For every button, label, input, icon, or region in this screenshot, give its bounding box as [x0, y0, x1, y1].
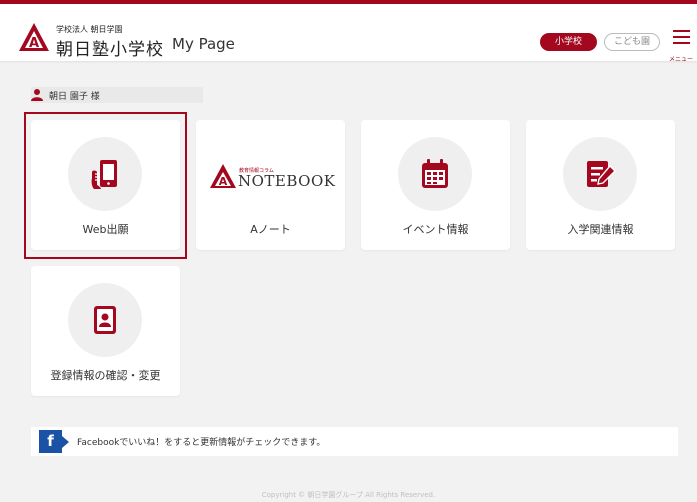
school-name[interactable]: 朝日塾小学校: [56, 35, 164, 60]
user-greeting: 朝日 園子 様: [31, 87, 203, 103]
card-label: 登録情報の確認・変更: [50, 369, 161, 382]
school-toggle-button[interactable]: 小学校: [540, 33, 597, 51]
notebook-a-logo-icon: A: [210, 164, 236, 188]
svg-text:A: A: [29, 36, 39, 51]
page-title: My Page: [172, 35, 235, 53]
facebook-banner[interactable]: f Facebookでいいね！をすると更新情報がチェックできます。: [31, 427, 678, 456]
menu-button[interactable]: メニュー: [666, 28, 696, 63]
header-bar: A 学校法人 朝日学園 朝日塾小学校 My Page 小学校 こども園 メニュー: [0, 0, 697, 63]
notebook-logo: A 教育情報コラム NOTEBOOK: [210, 164, 336, 190]
user-name: 朝日 園子 様: [49, 92, 100, 102]
card-label: Aノート: [250, 223, 291, 236]
hamburger-icon: [673, 30, 690, 32]
org-subtitle: 学校法人 朝日学園: [56, 25, 123, 34]
copyright: Copyright © 朝日学園グループ All Rights Reserved…: [261, 491, 436, 499]
user-icon: [31, 89, 43, 101]
kindergarten-toggle-button[interactable]: こども園: [604, 33, 660, 51]
facebook-icon[interactable]: f: [39, 430, 62, 453]
menu-label: メニュー: [668, 56, 693, 63]
smartphone-hand-icon: [91, 160, 117, 189]
card-admission-info[interactable]: 入学関連情報: [526, 120, 675, 250]
card-a-note[interactable]: A 教育情報コラム NOTEBOOK Aノート: [196, 120, 345, 250]
card-label: Web出願: [82, 223, 129, 236]
school-logo-icon[interactable]: A: [18, 22, 50, 52]
card-registration-info[interactable]: 登録情報の確認・変更: [31, 266, 180, 396]
edit-document-icon: [587, 161, 616, 187]
calendar-icon: [422, 159, 448, 188]
card-web-application[interactable]: Web出願: [31, 120, 180, 250]
card-label: イベント情報: [402, 223, 469, 236]
svg-text:A: A: [219, 175, 228, 188]
card-events[interactable]: イベント情報: [361, 120, 510, 250]
profile-card-icon: [94, 306, 116, 334]
arrow-right-icon: [62, 436, 69, 448]
facebook-message: Facebookでいいね！をすると更新情報がチェックできます。: [77, 438, 326, 448]
card-label: 入学関連情報: [567, 223, 634, 236]
notebook-title: NOTEBOOK: [238, 172, 336, 190]
